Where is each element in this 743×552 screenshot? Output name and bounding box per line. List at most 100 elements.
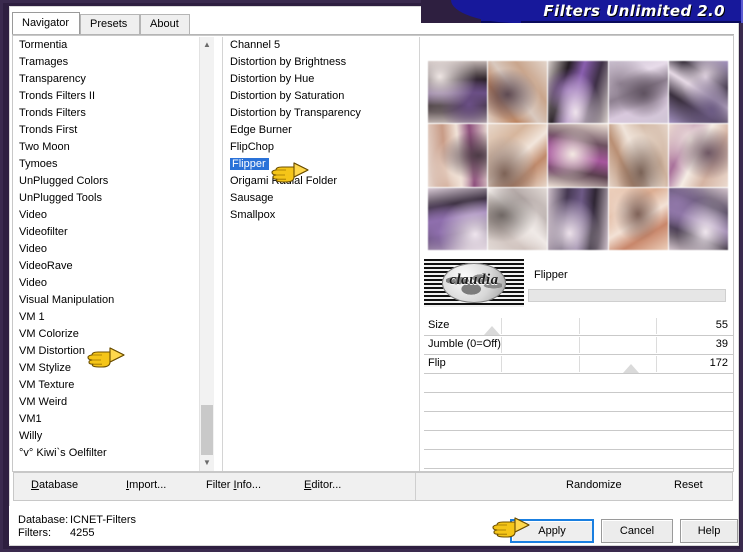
slider-value: 172 xyxy=(709,357,728,369)
slider-value: 55 xyxy=(715,319,728,331)
slider-row[interactable]: Size 55 xyxy=(424,317,733,336)
category-list-item[interactable]: VM Distortion xyxy=(14,343,210,360)
toolbar-row: Database Import... Filter Info... Editor… xyxy=(13,472,733,501)
category-list-item[interactable]: VM 1 xyxy=(14,309,210,326)
slider-row-empty xyxy=(424,469,733,471)
preview-thumbnail[interactable] xyxy=(608,61,668,124)
slider-row-empty xyxy=(424,431,733,450)
category-list-item[interactable]: Videofilter xyxy=(14,224,210,241)
category-list-item[interactable]: VM1 xyxy=(14,411,210,428)
status-database-key: Database: xyxy=(18,514,69,526)
slider-row-empty xyxy=(424,374,733,393)
preview-thumbnail[interactable] xyxy=(548,124,608,187)
category-scrollbar[interactable]: ▲ ▼ xyxy=(199,37,214,471)
filter-list-item[interactable]: Smallpox xyxy=(228,207,414,224)
category-list-item[interactable]: Tronds First xyxy=(14,122,210,139)
preview-thumbnail[interactable] xyxy=(488,124,548,187)
filter-list-item[interactable]: Origami Radial Folder xyxy=(228,173,414,190)
preview-filter-name: Flipper xyxy=(534,269,568,281)
randomize-button[interactable]: Randomize xyxy=(566,479,622,491)
preview-thumbnail[interactable] xyxy=(548,187,608,250)
scroll-down-arrow[interactable]: ▼ xyxy=(200,455,214,471)
status-bar: Database: ICNET-Filters Filters: 4255 Appl… xyxy=(9,506,738,544)
category-list-item[interactable]: Tronds Filters xyxy=(14,105,210,122)
preview-thumbnail[interactable] xyxy=(488,187,548,250)
category-list-item[interactable]: Video xyxy=(14,241,210,258)
slider-row-empty xyxy=(424,412,733,431)
category-list-item[interactable]: VM Weird xyxy=(14,394,210,411)
database-button[interactable]: Database xyxy=(31,479,78,491)
filter-list-item[interactable]: Distortion by Brightness xyxy=(228,54,414,71)
filter-list-item[interactable]: Flipper xyxy=(228,156,414,173)
tab-strip: Navigator Presets About xyxy=(12,12,734,34)
filter-list-item[interactable]: Distortion by Saturation xyxy=(228,88,414,105)
category-list-item[interactable]: Video xyxy=(14,275,210,292)
preview-logo-row: claudia Flipper xyxy=(424,259,733,309)
category-list-item[interactable]: Transparency xyxy=(14,71,210,88)
tab-about[interactable]: About xyxy=(140,14,190,34)
preview-thumbnail[interactable] xyxy=(428,61,488,124)
preview-thumbnail[interactable] xyxy=(668,187,728,250)
scrollbar-thumb[interactable] xyxy=(201,405,213,457)
preview-thumbnail[interactable] xyxy=(488,61,548,124)
column-divider-1 xyxy=(222,37,223,471)
category-list-item[interactable]: VM Stylize xyxy=(14,360,210,377)
category-list-item[interactable]: Willy xyxy=(14,428,210,445)
import-button[interactable]: Import... xyxy=(126,479,166,491)
category-list-item[interactable]: Tramages xyxy=(14,54,210,71)
slider-tick xyxy=(501,356,503,372)
tab-navigator[interactable]: Navigator xyxy=(12,12,80,34)
filter-list-item-selected[interactable]: Flipper xyxy=(230,158,269,170)
category-list-item-selected[interactable]: VM Distortion xyxy=(19,345,85,357)
filter-list-item[interactable]: Distortion by Transparency xyxy=(228,105,414,122)
category-list-item[interactable]: Visual Manipulation xyxy=(14,292,210,309)
category-list-item[interactable]: Tronds Filters II xyxy=(14,88,210,105)
filter-info-button[interactable]: Filter Info... xyxy=(206,479,261,491)
help-button[interactable]: Help xyxy=(680,519,738,543)
slider-tick xyxy=(578,337,580,353)
preview-thumbnail[interactable] xyxy=(428,187,488,250)
preview-thumbnail[interactable] xyxy=(608,124,668,187)
toolbar-separator xyxy=(415,473,416,500)
status-database-value: ICNET-Filters xyxy=(70,514,136,526)
slider-knob[interactable] xyxy=(483,326,500,335)
slider-label: Jumble (0=Off) xyxy=(428,338,501,350)
slider-tick xyxy=(655,318,657,334)
category-list-item[interactable]: Tymoes xyxy=(14,156,210,173)
slider-row[interactable]: Flip 172 xyxy=(424,355,733,374)
category-list-item[interactable]: Two Moon xyxy=(14,139,210,156)
cancel-button[interactable]: Cancel xyxy=(601,519,673,543)
preview-thumbnail[interactable] xyxy=(428,124,488,187)
tab-presets[interactable]: Presets xyxy=(80,14,140,34)
reset-button[interactable]: Reset xyxy=(674,479,703,491)
slider-label: Flip xyxy=(428,357,446,369)
slider-tick xyxy=(578,356,580,372)
category-list-item[interactable]: VM Texture xyxy=(14,377,210,394)
apply-button[interactable]: Apply xyxy=(510,519,594,543)
filters-unlimited-window: Filters Unlimited 2.0 Navigator Presets … xyxy=(0,0,743,552)
filter-list-item[interactable]: Distortion by Hue xyxy=(228,71,414,88)
category-list-item[interactable]: Video xyxy=(14,207,210,224)
category-list-item[interactable]: UnPlugged Tools xyxy=(14,190,210,207)
category-list-item[interactable]: °v° Kiwi`s Oelfilter xyxy=(14,445,210,462)
filter-list-item[interactable]: Sausage xyxy=(228,190,414,207)
preview-thumbnail[interactable] xyxy=(668,61,728,124)
category-list-item[interactable]: UnPlugged Colors xyxy=(14,173,210,190)
filter-list[interactable]: Channel 5 Distortion by Brightness Distort… xyxy=(228,37,414,471)
scroll-up-arrow[interactable]: ▲ xyxy=(200,37,214,53)
preview-thumbnail[interactable] xyxy=(548,61,608,124)
slider-row[interactable]: Jumble (0=Off) 39 xyxy=(424,336,733,355)
preview-thumbnail[interactable] xyxy=(608,187,668,250)
filter-list-item[interactable]: Channel 5 xyxy=(228,37,414,54)
preview-thumbnail-grid[interactable] xyxy=(428,61,728,250)
editor-button[interactable]: Editor... xyxy=(304,479,341,491)
category-list[interactable]: Tormentia Tramages Transparency Tronds Filt… xyxy=(14,37,210,471)
category-list-item[interactable]: Tormentia xyxy=(14,37,210,54)
category-list-item[interactable]: VideoRave xyxy=(14,258,210,275)
filter-list-item[interactable]: Edge Burner xyxy=(228,122,414,139)
filter-list-item[interactable]: FlipChop xyxy=(228,139,414,156)
slider-knob[interactable] xyxy=(623,364,640,373)
category-list-item[interactable]: VM Colorize xyxy=(14,326,210,343)
status-filters-key: Filters: xyxy=(18,527,51,539)
preview-thumbnail[interactable] xyxy=(668,124,728,187)
